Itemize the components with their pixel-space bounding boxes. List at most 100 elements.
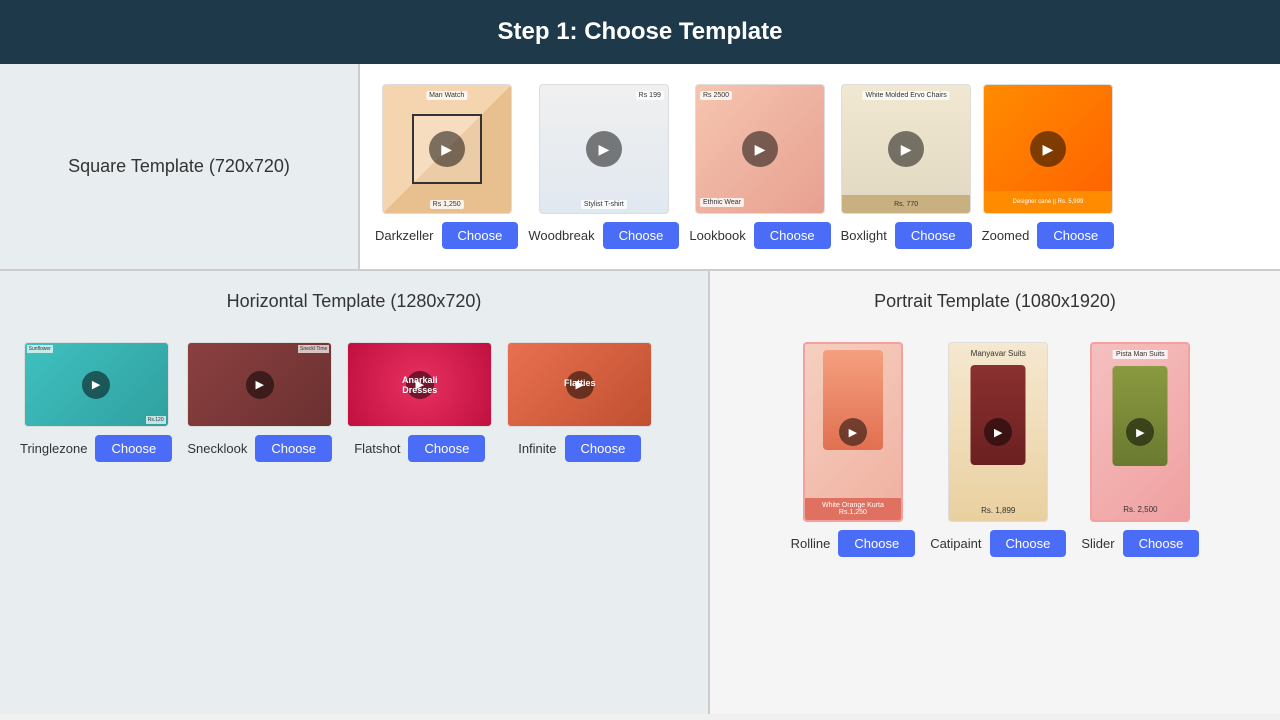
zoomed-name-row: Zoomed Choose [982, 222, 1115, 249]
tringlezone-label: Tringlezone [20, 441, 87, 456]
square-template-section: Square Template (720x720) Man Watch ▶ Rs… [0, 64, 1280, 271]
template-darkzeller: Man Watch ▶ Rs 1,250 Darkzeller Choose [375, 84, 518, 249]
template-flatshot: AnarkaliDresses ▶ Flatshot Choose [347, 342, 492, 462]
tringlezone-play-btn[interactable]: ▶ [82, 371, 110, 399]
lookbook-top-label: Rs 2500 [700, 91, 732, 100]
catipaint-product-name: Manyavar Suits [971, 349, 1026, 358]
template-thumb-boxlight[interactable]: White Molded Ervo Chairs ▶ Rs. 770 [841, 84, 971, 214]
template-slider: Pista Man Suits ▶ Rs. 2,500 Slider Choos… [1081, 342, 1199, 557]
rolline-choose-btn[interactable]: Choose [838, 530, 915, 557]
horizontal-section-label: Horizontal Template (1280x720) [0, 271, 708, 332]
rolline-name-row: Rolline Choose [791, 530, 916, 557]
tringlezone-choose-btn[interactable]: Choose [95, 435, 172, 462]
infinite-name-row: Infinite Choose [518, 435, 641, 462]
template-thumb-zoomed[interactable]: Designer cane || Rs. 5,999 ▶ [983, 84, 1113, 214]
snecklook-label: Snecklook [187, 441, 247, 456]
zoomed-choose-btn[interactable]: Choose [1037, 222, 1114, 249]
template-thumb-slider[interactable]: Pista Man Suits ▶ Rs. 2,500 [1090, 342, 1190, 522]
infinite-choose-btn[interactable]: Choose [565, 435, 642, 462]
slider-choose-btn[interactable]: Choose [1123, 530, 1200, 557]
tringlezone-price: Rs.120 [146, 416, 166, 424]
horizontal-templates-row: Sunflower Rs.120 ▶ Tringlezone Choose Sn… [0, 332, 708, 482]
rolline-price: Rs.1,250 [807, 509, 899, 516]
tringlezone-sublabel: Sunflower [27, 345, 53, 353]
rolline-label: Rolline [791, 536, 831, 551]
template-catipaint: Manyavar Suits ▶ Rs. 1,899 Catipaint Cho… [930, 342, 1066, 557]
boxlight-price: Rs. 770 [894, 201, 918, 208]
bottom-sections: Horizontal Template (1280x720) Sunflower… [0, 271, 1280, 714]
template-thumb-lookbook[interactable]: Rs 2500 Ethnic Wear ▶ [695, 84, 825, 214]
catipaint-play-btn[interactable]: ▶ [984, 418, 1012, 446]
snecklook-play-btn[interactable]: ▶ [246, 371, 274, 399]
slider-name-row: Slider Choose [1081, 530, 1199, 557]
woodbreak-price: Stylist T-shirt [581, 200, 627, 209]
slider-label: Slider [1081, 536, 1114, 551]
portrait-section-label: Portrait Template (1080x1920) [710, 271, 1280, 332]
snecklook-choose-btn[interactable]: Choose [255, 435, 332, 462]
boxlight-top-label: White Molded Ervo Chairs [862, 91, 949, 100]
slider-price: Rs. 2,500 [1123, 505, 1157, 514]
lookbook-name-row: Lookbook Choose [689, 222, 830, 249]
boxlight-name-row: Boxlight Choose [841, 222, 972, 249]
template-thumb-catipaint[interactable]: Manyavar Suits ▶ Rs. 1,899 [948, 342, 1048, 522]
template-thumb-infinite[interactable]: Flatties ▶ [507, 342, 652, 427]
darkzeller-label: Darkzeller [375, 228, 434, 243]
lookbook-play-btn[interactable]: ▶ [742, 131, 778, 167]
zoomed-label: Zoomed [982, 228, 1030, 243]
portrait-template-section: Portrait Template (1080x1920) ▶ White Or… [710, 271, 1280, 714]
page-title: Step 1: Choose Template [498, 18, 783, 45]
infinite-label: Infinite [518, 441, 556, 456]
template-thumb-tringlezone[interactable]: Sunflower Rs.120 ▶ [24, 342, 169, 427]
template-infinite: Flatties ▶ Infinite Choose [507, 342, 652, 462]
woodbreak-choose-btn[interactable]: Choose [603, 222, 680, 249]
rolline-play-btn[interactable]: ▶ [839, 418, 867, 446]
woodbreak-name-row: Woodbreak Choose [528, 222, 679, 249]
darkzeller-play-btn[interactable]: ▶ [429, 131, 465, 167]
woodbreak-label: Woodbreak [528, 228, 594, 243]
catipaint-name-row: Catipaint Choose [930, 530, 1066, 557]
template-zoomed: Designer cane || Rs. 5,999 ▶ Zoomed Choo… [982, 84, 1115, 249]
main-content: Square Template (720x720) Man Watch ▶ Rs… [0, 64, 1280, 714]
template-thumb-rolline[interactable]: ▶ White Orange Kurta Rs.1,250 [803, 342, 903, 522]
lookbook-choose-btn[interactable]: Choose [754, 222, 831, 249]
template-thumb-flatshot[interactable]: AnarkaliDresses ▶ [347, 342, 492, 427]
catipaint-choose-btn[interactable]: Choose [990, 530, 1067, 557]
zoomed-play-btn[interactable]: ▶ [1030, 131, 1066, 167]
darkzeller-choose-btn[interactable]: Choose [442, 222, 519, 249]
flatshot-choose-btn[interactable]: Choose [408, 435, 485, 462]
horizontal-template-section: Horizontal Template (1280x720) Sunflower… [0, 271, 710, 714]
catipaint-price: Rs. 1,899 [981, 506, 1015, 515]
template-lookbook: Rs 2500 Ethnic Wear ▶ Lookbook Choose [689, 84, 830, 249]
lookbook-label: Lookbook [689, 228, 745, 243]
slider-play-btn[interactable]: ▶ [1126, 418, 1154, 446]
darkzeller-name-row: Darkzeller Choose [375, 222, 518, 249]
boxlight-label: Boxlight [841, 228, 887, 243]
template-thumb-snecklook[interactable]: Sneckl Time ▶ [187, 342, 332, 427]
snecklook-name-row: Snecklook Choose [187, 435, 332, 462]
woodbreak-top-label: Rs 199 [636, 91, 664, 100]
flatshot-name-row: Flatshot Choose [354, 435, 485, 462]
portrait-templates-row: ▶ White Orange Kurta Rs.1,250 Rolline Ch… [710, 332, 1280, 577]
template-woodbreak: Rs 199 ▶ Stylist T-shirt Woodbreak Choos… [528, 84, 679, 249]
snecklook-toplabel: Sneckl Time [298, 345, 329, 353]
woodbreak-play-btn[interactable]: ▶ [586, 131, 622, 167]
template-snecklook: Sneckl Time ▶ Snecklook Choose [187, 342, 332, 462]
page-header: Step 1: Choose Template [0, 0, 1280, 64]
darkzeller-price: Rs 1,250 [430, 200, 464, 209]
template-boxlight: White Molded Ervo Chairs ▶ Rs. 770 Boxli… [841, 84, 972, 249]
flatshot-label: Flatshot [354, 441, 400, 456]
darkzeller-top-label: Man Watch [426, 91, 467, 100]
rolline-product-name: White Orange Kurta [807, 502, 899, 509]
zoomed-price: Designer cane || Rs. 5,999 [1012, 199, 1083, 205]
flatshot-play-btn[interactable]: ▶ [406, 371, 434, 399]
boxlight-choose-btn[interactable]: Choose [895, 222, 972, 249]
square-section-label: Square Template (720x720) [0, 64, 360, 269]
lookbook-sub-label: Ethnic Wear [700, 198, 744, 207]
template-thumb-woodbreak[interactable]: Rs 199 ▶ Stylist T-shirt [539, 84, 669, 214]
template-rolline: ▶ White Orange Kurta Rs.1,250 Rolline Ch… [791, 342, 916, 557]
infinite-play-btn[interactable]: ▶ [566, 371, 594, 399]
tringlezone-name-row: Tringlezone Choose [20, 435, 172, 462]
template-thumb-darkzeller[interactable]: Man Watch ▶ Rs 1,250 [382, 84, 512, 214]
boxlight-play-btn[interactable]: ▶ [888, 131, 924, 167]
slider-product-name: Pista Man Suits [1113, 350, 1168, 359]
